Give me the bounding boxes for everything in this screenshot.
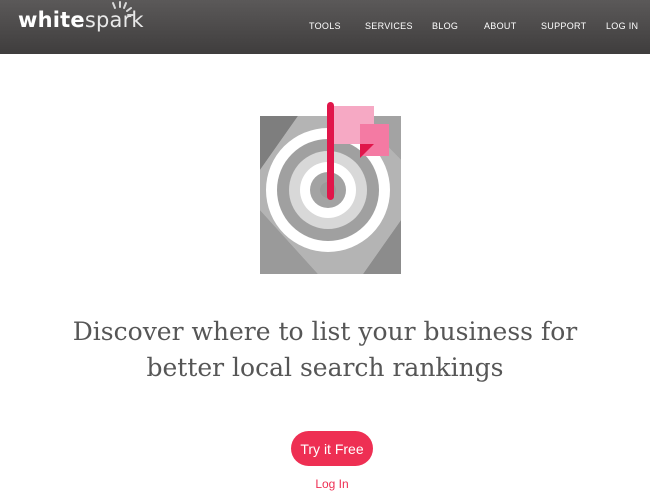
nav-about-link[interactable]: ABOUT: [484, 21, 517, 31]
logo-text-bold: white: [18, 8, 85, 32]
spark-burst-icon: [112, 1, 134, 16]
login-link[interactable]: Log In: [300, 477, 364, 491]
try-it-free-button[interactable]: Try it Free: [291, 431, 373, 466]
nav-support-link[interactable]: SUPPORT: [541, 21, 586, 31]
headline-line-2: better local search rankings: [146, 353, 504, 382]
nav-tools-link[interactable]: TOOLS: [309, 21, 341, 31]
headline-line-1: Discover where to list your business for: [72, 317, 578, 346]
nav-blog-link[interactable]: BLOG: [432, 21, 458, 31]
hero-headline: Discover where to list your business for…: [40, 314, 610, 386]
nav-services-link[interactable]: SERVICES: [365, 21, 413, 31]
top-navbar: whitespark TOOLS SERVICES BLOG ABOUT SUP…: [0, 0, 650, 54]
target-with-flag-icon: [260, 102, 401, 274]
nav-login-link[interactable]: LOG IN: [606, 21, 638, 31]
